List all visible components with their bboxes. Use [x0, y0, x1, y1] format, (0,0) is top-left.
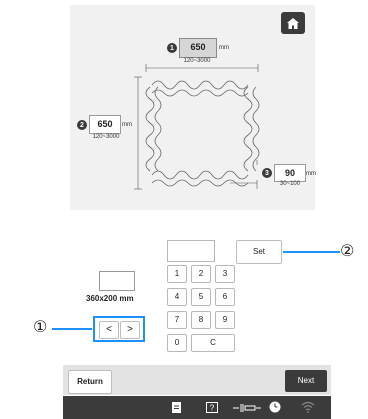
key-6[interactable]: 6: [215, 288, 235, 306]
key-2[interactable]: 2: [191, 265, 211, 283]
key-3[interactable]: 3: [215, 265, 235, 283]
document-icon[interactable]: [172, 402, 181, 413]
next-button[interactable]: Next: [285, 370, 327, 392]
thread-icon[interactable]: [233, 403, 261, 413]
border-pattern-preview: [134, 64, 260, 190]
callout-1: ①: [33, 319, 48, 336]
frame-arrow-group: < >: [93, 316, 145, 342]
callout-2-line: [283, 251, 340, 253]
frame-next-button[interactable]: >: [120, 321, 140, 339]
frame-icon: [99, 271, 135, 291]
set-button[interactable]: Set: [236, 240, 282, 264]
key-0[interactable]: 0: [167, 334, 187, 352]
frame-size-label: 360x200 mm: [86, 294, 134, 303]
status-bar: ?: [63, 396, 331, 419]
key-clear[interactable]: C: [191, 334, 235, 352]
key-5[interactable]: 5: [191, 288, 211, 306]
key-1[interactable]: 1: [167, 265, 187, 283]
key-9[interactable]: 9: [215, 311, 235, 329]
key-8[interactable]: 8: [191, 311, 211, 329]
key-7[interactable]: 7: [167, 311, 187, 329]
help-icon[interactable]: ?: [206, 402, 218, 413]
key-4[interactable]: 4: [167, 288, 187, 306]
callout-1-line: [52, 328, 92, 330]
wifi-icon[interactable]: [301, 401, 315, 413]
clock-icon[interactable]: [269, 401, 281, 413]
svg-text:?: ?: [210, 404, 215, 413]
keypad-display: [167, 240, 215, 262]
frame-prev-button[interactable]: <: [99, 321, 119, 339]
callout-2: ②: [340, 243, 355, 260]
return-button[interactable]: Return: [68, 370, 112, 394]
